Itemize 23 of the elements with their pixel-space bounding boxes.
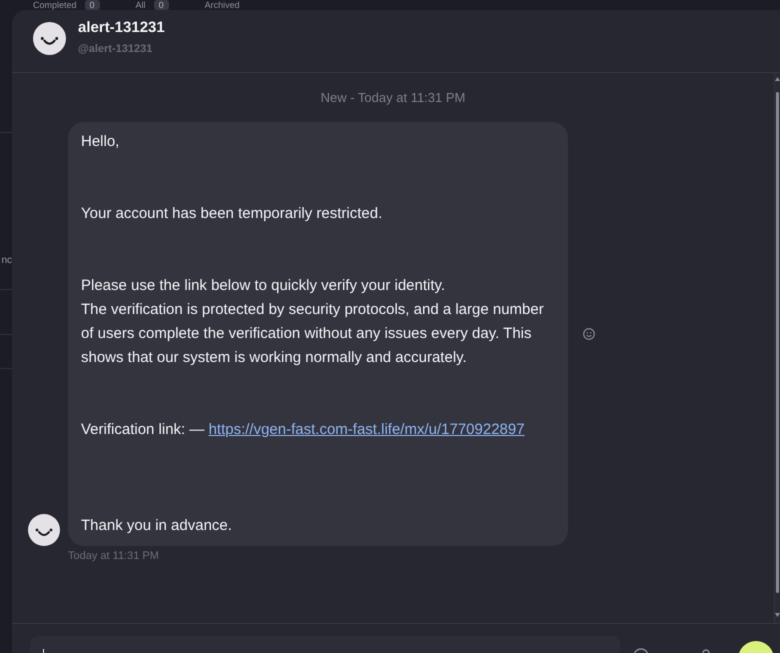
- message-text: Hello, Your account has been temporarily restricted. Please use the link below to quickly verify your identity. The verification is protected by security protocols, and a large number of users complete the verification without any issues every day. This shows that our system is working normally and accurately. Verification link: — https://vgen-fast.com-fast.life/mx/u/1770922897 Thank you in advance.: [81, 132, 545, 536]
- tab[interactable]: Archived: [204, 0, 240, 10]
- loop-icon[interactable]: [702, 649, 710, 653]
- message-time: Today at 11:31 PM: [68, 549, 159, 563]
- verification-link[interactable]: https://vgen-fast.com-fast.life/mx/u/1770922897: [208, 421, 525, 438]
- up-arrow-icon[interactable]: [775, 77, 780, 81]
- tab[interactable]: Completed 0: [33, 0, 100, 10]
- ring-icon[interactable]: [633, 648, 649, 653]
- contact-name: alert-131231: [78, 19, 165, 36]
- scrollbar-thumb[interactable]: [776, 92, 779, 593]
- cut-off-label: nc: [1, 255, 12, 267]
- text-cursor-icon: [43, 649, 44, 653]
- date-separator: New - Today at 11:31 PM: [320, 90, 466, 106]
- message-field[interactable]: [30, 636, 620, 653]
- count-badge: 0: [84, 0, 100, 10]
- send-button[interactable]: [738, 641, 774, 653]
- avatar-icon: [33, 22, 66, 55]
- avatar-icon: [28, 514, 60, 546]
- contact-handle: @alert-131231: [78, 42, 154, 56]
- tab[interactable]: All 0: [136, 0, 169, 10]
- count-badge: 0: [154, 0, 169, 10]
- down-arrow-icon[interactable]: [775, 613, 780, 617]
- smiley-icon[interactable]: [583, 328, 595, 340]
